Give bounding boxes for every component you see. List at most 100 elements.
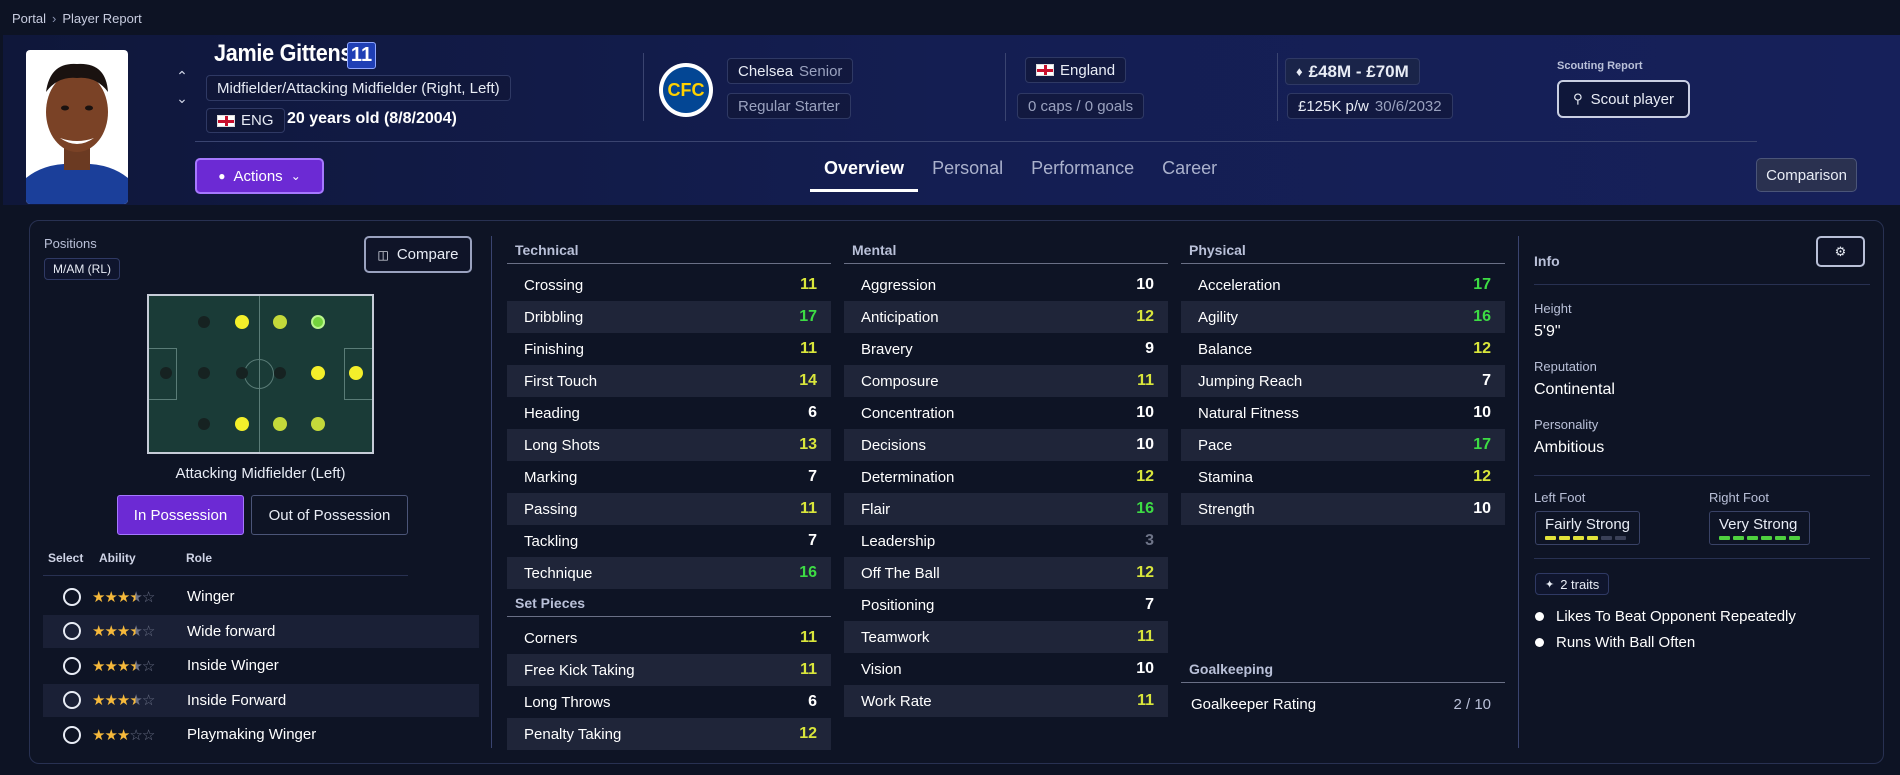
tab-performance[interactable]: Performance	[1017, 150, 1148, 192]
technical-title: Technical	[507, 238, 831, 264]
tab-overview[interactable]: Overview	[810, 150, 919, 192]
england-flag-icon	[1036, 64, 1054, 76]
attribute-value: 7	[808, 468, 817, 485]
club-badge[interactable]: CFC	[659, 63, 713, 117]
foot-meter-segment	[1775, 536, 1786, 540]
role-row[interactable]: ★★★★☆ Inside Winger	[43, 649, 479, 682]
role-row[interactable]: ★★★★☆ Inside Forward	[43, 683, 479, 717]
attribute-name: Determination	[861, 468, 955, 486]
mental-title: Mental	[844, 238, 1168, 264]
attribute-row: Teamwork 11	[844, 621, 1168, 653]
attribute-row: Pace 17	[1181, 429, 1505, 461]
role-name: Playmaking Winger	[187, 726, 317, 743]
attribute-value: 12	[1136, 468, 1154, 485]
person-settings-icon: ⚙	[1834, 243, 1847, 259]
attribute-value: 3	[1145, 532, 1154, 549]
role-select-radio[interactable]	[63, 725, 81, 744]
attribute-name: Corners	[524, 629, 578, 647]
country-pill[interactable]: England	[1025, 57, 1127, 83]
role-row[interactable]: ★★★★☆ Winger	[43, 580, 479, 613]
attribute-value: 6	[808, 693, 817, 710]
tab-personal[interactable]: Personal	[918, 150, 1017, 192]
attribute-row: First Touch 14	[507, 365, 831, 397]
attribute-row: Leadership 3	[844, 525, 1168, 557]
star-full-icon: ★	[116, 588, 130, 606]
actions-button[interactable]: ● Actions ⌄	[195, 158, 324, 194]
compare-button[interactable]: ◫ Compare	[364, 236, 472, 273]
role-select-radio[interactable]	[63, 691, 81, 709]
attribute-value: 7	[1145, 596, 1154, 613]
attribute-name: Penalty Taking	[524, 725, 622, 743]
profile-settings-button[interactable]: ⚙	[1816, 236, 1865, 267]
positions-text: Midfielder/Attacking Midfielder (Right, …	[217, 79, 500, 97]
attribute-row: Marking 7	[507, 461, 831, 493]
role-select-radio[interactable]	[63, 587, 81, 606]
club-name: Chelsea	[738, 62, 794, 80]
pitch-position-dot[interactable]	[236, 367, 248, 379]
pitch-position-dot[interactable]	[274, 367, 286, 379]
attribute-name: Free Kick Taking	[524, 661, 635, 679]
pitch-position-dot[interactable]	[160, 367, 172, 379]
attribute-name: Stamina	[1198, 468, 1254, 486]
foot-meter-segment	[1733, 536, 1744, 540]
attribute-row: Agility 16	[1181, 301, 1505, 333]
role-row[interactable]: ★★★★☆ Wide forward	[43, 614, 479, 648]
player-photo	[26, 50, 128, 204]
compare-icon: ◫	[377, 247, 389, 262]
attribute-row: Positioning 7	[844, 589, 1168, 621]
star-half-icon: ★	[129, 588, 142, 606]
star-empty-icon: ☆	[129, 726, 142, 744]
reputation-value: Continental	[1534, 381, 1615, 398]
role-row[interactable]: ★★★☆☆ Playmaking Winger	[43, 718, 479, 751]
attribute-row: Jumping Reach 7	[1181, 365, 1505, 397]
pitch-position-dot[interactable]	[198, 367, 210, 379]
attribute-row: Acceleration 17	[1181, 269, 1505, 301]
attribute-name: Decisions	[861, 436, 927, 454]
foot-meter-segment	[1719, 536, 1730, 540]
pitch-position-dot[interactable]	[273, 417, 287, 431]
next-player-icon[interactable]: ⌄	[174, 90, 190, 106]
pitch-position-dot[interactable]	[311, 366, 325, 380]
star-full-icon: ★	[92, 623, 105, 640]
header-divider	[643, 53, 644, 121]
pitch-position-dot[interactable]	[349, 366, 363, 380]
trait-item: Likes To Beat Opponent Repeatedly	[1535, 608, 1796, 625]
pitch-position-dot[interactable]	[235, 315, 249, 329]
info-divider	[1534, 558, 1870, 559]
comparison-button[interactable]: Comparison	[1756, 158, 1857, 192]
pitch-position-dot[interactable]	[311, 417, 325, 431]
scout-player-button[interactable]: ⚲ Scout player	[1557, 80, 1690, 118]
country-name: England	[1060, 61, 1116, 79]
foot-meter-segment	[1615, 536, 1626, 540]
pitch-position-dot[interactable]	[273, 315, 287, 329]
right-foot-value: Very Strong	[1719, 516, 1798, 533]
attribute-row: Long Throws 6	[507, 686, 831, 718]
squad-status-pill: Regular Starter	[727, 93, 851, 119]
role-select-radio[interactable]	[63, 656, 81, 675]
wage-pill: £125K p/w 30/6/2032	[1287, 93, 1453, 119]
in-possession-button[interactable]: In Possession	[117, 495, 244, 535]
pitch-position-dot[interactable]	[198, 316, 210, 328]
out-of-possession-button[interactable]: Out of Possession	[251, 495, 408, 535]
goalkeeper-rating-label: Goalkeeper Rating	[1191, 695, 1317, 713]
pitch-position-dot-selected[interactable]	[311, 315, 325, 329]
attribute-value: 17	[799, 308, 817, 325]
club-pill[interactable]: Chelsea Senior	[727, 58, 854, 84]
tab-career[interactable]: Career	[1148, 150, 1231, 192]
star-empty-icon: ☆	[141, 623, 155, 640]
pitch-position-dot[interactable]	[198, 418, 210, 430]
attribute-value: 11	[1137, 628, 1154, 645]
goalkeeping-title: Goalkeeping	[1181, 657, 1505, 683]
attribute-row: Passing 11	[507, 493, 831, 525]
bullet-icon	[1535, 612, 1544, 621]
pitch-position-dot[interactable]	[235, 417, 249, 431]
star-half-icon: ★	[129, 657, 142, 675]
breadcrumb-portal[interactable]: Portal	[12, 11, 46, 26]
trait-text: Runs With Ball Often	[1556, 634, 1696, 651]
foot-meter-segment	[1601, 536, 1612, 540]
role-select-radio[interactable]	[63, 622, 81, 640]
previous-player-icon[interactable]: ⌃	[174, 68, 190, 84]
attribute-name: Heading	[524, 404, 580, 422]
positions-pill: Midfielder/Attacking Midfielder (Right, …	[206, 75, 511, 101]
attribute-value: 11	[1137, 372, 1154, 389]
